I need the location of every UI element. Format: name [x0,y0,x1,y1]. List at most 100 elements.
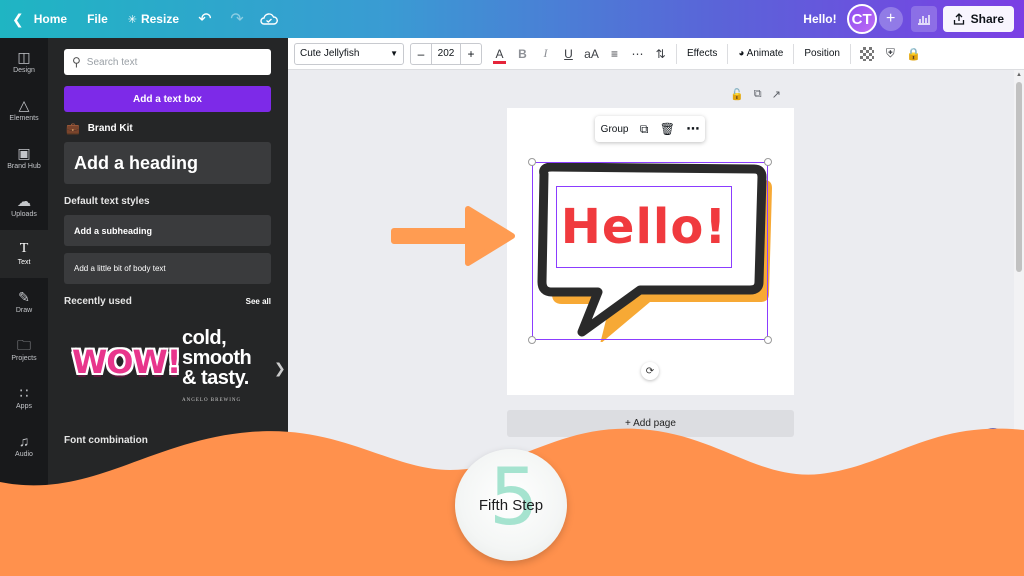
see-all-link[interactable]: See all [246,297,271,306]
font-family-value: Cute Jellyfish [300,48,360,59]
insights-button[interactable] [910,6,937,32]
increase-size-button[interactable]: + [461,47,481,61]
sparkle-icon: ✦ [987,434,999,448]
cloud-check-icon [260,13,278,25]
resize-handle[interactable] [528,336,536,344]
rail-item-brand-hub[interactable]: ▣ Brand Hub [0,134,48,182]
more-options-icon[interactable]: ⋯ [686,121,699,137]
add-page-icon[interactable]: ↗ [772,88,781,101]
scroll-thumb[interactable] [1016,82,1022,272]
format-toolbar: Cute Jellyfish ▼ – 202 + A B I U aA ≡ ⋯ … [288,38,1024,70]
rail-item-apps[interactable]: ∷ Apps [0,374,48,422]
briefcase-icon: 💼 [66,123,80,135]
chevron-left-icon: ❮ [12,10,24,27]
italic-icon[interactable]: I [534,46,557,61]
redo-icon: ↷ [230,11,244,28]
draw-icon: ✎ [18,289,30,305]
arrow-right-icon [391,206,515,266]
recently-used-header: Recently used See all [64,296,271,307]
cloud-save-button[interactable] [253,0,285,38]
vertical-scrollbar[interactable]: ▲ [1014,70,1024,470]
add-heading-button[interactable]: Add a heading [64,142,271,184]
add-text-box-button[interactable]: Add a text box [64,86,271,112]
search-icon: ⚲ [72,55,81,69]
group-button[interactable]: Group [601,124,629,135]
recently-used-title: Recently used [64,296,132,307]
duplicate-icon[interactable]: ⧉ [640,122,649,137]
decrease-size-button[interactable]: – [411,47,431,61]
avatar[interactable]: CT [846,4,877,34]
trash-icon[interactable]: 🗑 [660,122,675,136]
effects-button[interactable]: Effects [681,48,723,59]
add-body-text-button[interactable]: Add a little bit of body text [64,253,271,284]
rail-item-audio[interactable]: ♫ Audio [0,422,48,470]
rail-item-draw[interactable]: ✎ Draw [0,278,48,326]
underline-icon[interactable]: U [557,47,580,61]
rotate-handle[interactable]: ⟳ [641,362,659,380]
design-icon: ◫ [17,49,31,65]
home-button[interactable]: ❮ Home [0,0,77,38]
show-pages-toggle[interactable]: ▲ [632,463,680,475]
recent-item-cold-smooth-tasty[interactable]: cold, smooth & tasty. [182,328,272,388]
undo-button[interactable]: ↶ [189,0,221,38]
redo-button[interactable]: ↷ [221,0,253,38]
rail-label: Elements [9,115,39,122]
rail-label: Draw [15,307,33,314]
text-color-icon[interactable]: A [488,47,511,64]
resize-label: Resize [140,12,179,26]
resize-handle[interactable] [764,158,772,166]
scroll-up-icon: ▲ [1016,72,1022,78]
spacing-icon[interactable]: ⇅ [649,47,672,61]
add-subheading-button[interactable]: Add a subheading [64,215,271,246]
rail-item-elements[interactable]: △ Elements [0,86,48,134]
apps-grid-icon: ∷ [19,385,29,401]
resize-handle[interactable] [528,158,536,166]
left-rail: ◫ Design △ Elements ▣ Brand Hub ☁ Uploads TT… [0,38,48,576]
brand-kit-link[interactable]: 💼 Brand Kit [66,122,133,135]
text-panel: ⚲ Add a text box 💼 Brand Kit Add a headi… [48,38,288,576]
toolbar-divider [849,43,851,64]
paint-roller-icon[interactable]: ⛨ [879,46,902,61]
home-label: Home [33,12,68,26]
rail-label: Brand Hub [7,163,41,170]
step-label: Fifth Step [478,496,544,514]
chevron-right-icon[interactable]: ❯ [274,360,286,377]
lock-icon[interactable]: 🔒 [902,47,925,61]
align-center-icon[interactable]: ≡ [603,47,626,61]
search-input[interactable] [86,56,257,68]
bold-icon[interactable]: B [511,47,534,61]
rail-item-text[interactable]: T Text [0,230,48,278]
resize-handle[interactable] [764,336,772,344]
rail-item-projects[interactable]: 🗀 Projects [0,326,48,374]
add-page-button[interactable]: + Add page [507,410,794,437]
letter-case-icon[interactable]: aA [580,47,603,61]
add-collaborator-button[interactable]: + [878,7,903,31]
top-bar: ❮ Home File ✳ Resize ↶ ↷ Hello! CT + Sha… [0,0,1024,38]
brand-kit-label: Brand Kit [87,123,133,134]
recent-item-wow[interactable]: WOW! [72,343,181,381]
font-family-select[interactable]: Cute Jellyfish ▼ [294,42,404,65]
position-button[interactable]: Position [798,48,846,59]
hello-text-element[interactable]: Hello! [556,186,732,268]
unlock-icon[interactable]: 🔓 [730,88,744,101]
list-icon[interactable]: ⋯ [626,47,649,61]
toolbar-divider [676,43,677,64]
rotate-icon: ⟳ [645,365,655,377]
folder-icon: 🗀 [17,337,31,353]
greeting-text: Hello! [803,12,837,26]
font-size-input[interactable]: 202 [431,43,461,64]
duplicate-page-icon[interactable]: ⧉ [754,88,762,101]
file-label: File [87,12,108,26]
file-menu[interactable]: File [77,0,118,38]
rail-item-uploads[interactable]: ☁ Uploads [0,182,48,230]
bar-chart-icon [917,15,930,25]
resize-button[interactable]: ✳ Resize [118,0,189,38]
animate-button[interactable]: ◕ Animate [732,48,789,59]
toolbar-divider [793,43,795,64]
rail-item-design[interactable]: ◫ Design [0,38,48,86]
page-tools: 🔓 ⧉ ↗ [730,88,781,101]
share-button[interactable]: Share [942,6,1014,32]
search-box[interactable]: ⚲ [64,49,271,75]
transparency-icon[interactable] [859,46,874,61]
magic-assistant-button[interactable]: ✦ [980,428,1006,454]
